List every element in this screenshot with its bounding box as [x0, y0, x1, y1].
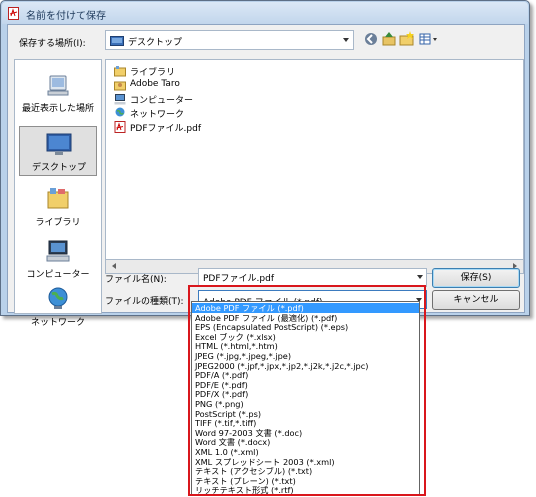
save-in-label: 保存する場所(I): — [19, 39, 86, 49]
filetype-option[interactable]: Adobe PDF ファイル (*.pdf) — [192, 303, 419, 313]
filetype-option[interactable]: XML スプレッドシート 2003 (*.xml) — [192, 457, 419, 467]
places-bar: 最近表示した場所 デスクトップ ライブラリ コンピューター ネットワーク — [14, 59, 102, 328]
scroll-left-icon[interactable] — [112, 263, 116, 269]
view-menu-icon[interactable] — [418, 30, 440, 48]
filename-input[interactable] — [198, 268, 427, 287]
filetype-option[interactable]: テキスト (プレーン) (*.txt) — [192, 476, 419, 486]
network-icon — [48, 287, 68, 309]
place-label: ネットワーク — [30, 318, 85, 328]
title-bar[interactable]: 名前を付けて保存 — [2, 2, 528, 24]
file-list[interactable]: ライブラリ Adobe Taro コンピューター ネットワーク PDFファイル.… — [105, 59, 524, 260]
chevron-down-icon — [343, 38, 349, 42]
place-libraries[interactable]: ライブラリ — [19, 182, 97, 232]
place-desktop[interactable]: デスクトップ — [19, 126, 97, 176]
filename-dropdown-button[interactable] — [413, 268, 427, 287]
filename-label: ファイル名(N): — [105, 275, 167, 285]
filetype-option[interactable]: Word 文書 (*.docx) — [192, 437, 419, 447]
save-button[interactable]: 保存(S) — [432, 268, 520, 288]
place-recent[interactable]: 最近表示した場所 — [19, 68, 97, 118]
filetype-option[interactable]: PNG (*.png) — [192, 399, 419, 409]
place-network[interactable]: ネットワーク — [19, 282, 97, 332]
computer-icon — [114, 94, 126, 105]
filetype-option[interactable]: リッチテキスト形式 (*.rtf) — [192, 485, 419, 495]
place-label: 最近表示した場所 — [21, 104, 94, 114]
user-folder-icon — [114, 81, 126, 91]
pdf-file-icon — [114, 121, 126, 133]
filetype-label: ファイルの種類(T): — [105, 297, 184, 307]
place-computer[interactable]: コンピューター — [19, 234, 97, 284]
desktop-icon — [46, 133, 72, 155]
network-icon — [115, 107, 125, 117]
filetype-option[interactable]: HTML (*.html,*.htm) — [192, 341, 419, 351]
filetype-option[interactable]: TIFF (*.tif,*.tiff) — [192, 418, 419, 428]
pdf-app-icon — [8, 7, 19, 20]
dialog-body: 保存する場所(I): デスクトップ 最近表示した場所 デスクトップ ライブラリ … — [7, 24, 525, 328]
up-folder-icon[interactable] — [380, 30, 398, 48]
place-label: コンピューター — [26, 270, 90, 280]
filetype-option[interactable]: XML 1.0 (*.xml) — [192, 447, 419, 457]
filetype-option[interactable]: Word 97-2003 文書 (*.doc) — [192, 428, 419, 438]
location-value: デスクトップ — [128, 38, 183, 48]
filetype-option[interactable]: Excel ブック (*.xlsx) — [192, 332, 419, 342]
filetype-option[interactable]: PDF/E (*.pdf) — [192, 380, 419, 390]
filetype-option[interactable]: JPEG (*.jpg,*.jpeg,*.jpe) — [192, 351, 419, 361]
recent-places-icon — [47, 75, 69, 96]
filetype-option[interactable]: PostScript (*.ps) — [192, 409, 419, 419]
window-title: 名前を付けて保存 — [26, 11, 106, 22]
filetype-option[interactable]: PDF/X (*.pdf) — [192, 389, 419, 399]
filetype-option[interactable]: JPEG2000 (*.jpf,*.jpx,*.jp2,*.j2k,*.j2c,… — [192, 361, 419, 371]
computer-icon — [46, 240, 70, 262]
new-folder-icon[interactable] — [398, 30, 416, 48]
library-icon — [114, 66, 126, 77]
save-as-dialog: 名前を付けて保存 保存する場所(I): デスクトップ 最近表示した場所 デスクト… — [0, 0, 530, 328]
desktop-small-icon — [110, 36, 124, 46]
chevron-down-icon — [417, 275, 423, 279]
place-label: デスクトップ — [31, 163, 86, 173]
place-label: ライブラリ — [35, 218, 81, 228]
filetype-option[interactable]: EPS (Encapsulated PostScript) (*.eps) — [192, 322, 419, 332]
libraries-icon — [47, 188, 69, 209]
back-icon[interactable] — [362, 30, 380, 48]
cancel-button[interactable]: キャンセル — [432, 290, 520, 310]
filetype-option[interactable]: PDF/A (*.pdf) — [192, 370, 419, 380]
filetype-option[interactable]: Adobe PDF ファイル (最適化) (*.pdf) — [192, 313, 419, 323]
filetype-option[interactable]: テキスト (アクセシブル) (*.txt) — [192, 466, 419, 476]
filetype-options-list[interactable]: Adobe PDF ファイル (*.pdf) Adobe PDF ファイル (最適… — [191, 301, 420, 495]
location-dropdown[interactable]: デスクトップ — [105, 30, 354, 50]
